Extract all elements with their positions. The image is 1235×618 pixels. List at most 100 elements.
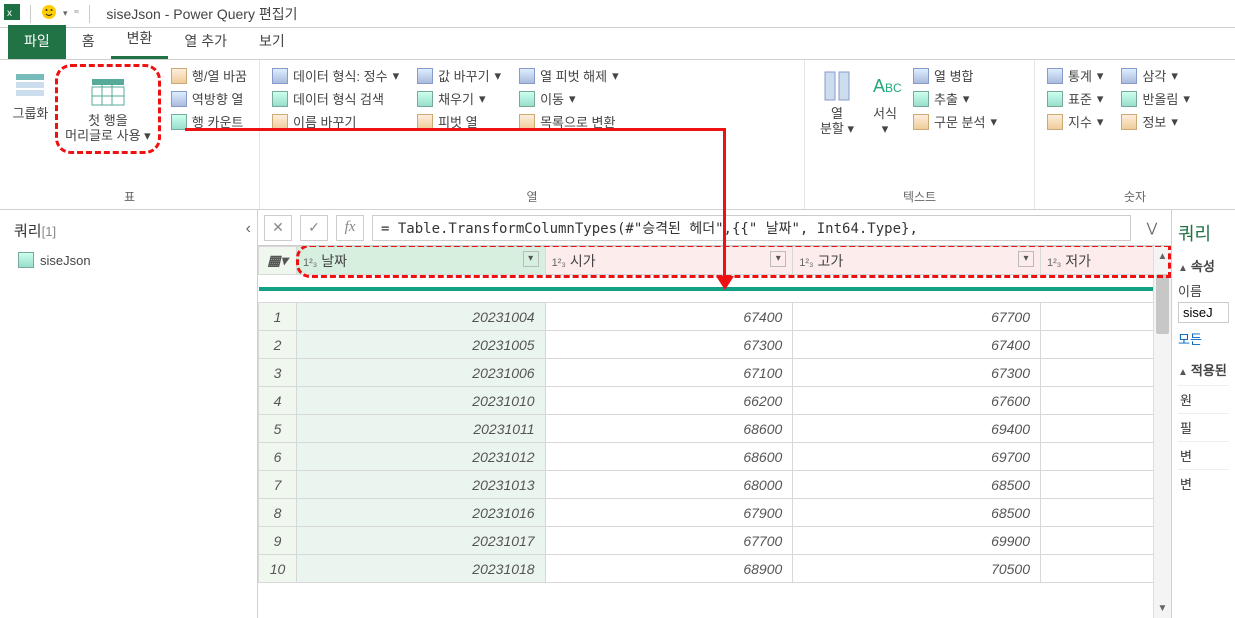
- cell-high[interactable]: 67300: [793, 359, 1041, 387]
- cell-date[interactable]: 20231016: [297, 499, 546, 527]
- column-header-low[interactable]: 1²₃저가: [1041, 247, 1171, 275]
- table-row[interactable]: 9202310176770069900: [259, 527, 1171, 555]
- row-number[interactable]: 10: [259, 555, 297, 583]
- cell-date[interactable]: 20231005: [297, 331, 546, 359]
- rounding-button[interactable]: 반올림 ▾: [1121, 89, 1189, 108]
- collapse-queries-icon[interactable]: ‹: [246, 220, 251, 238]
- cell-low[interactable]: [1041, 415, 1171, 443]
- column-filter-icon[interactable]: ▾: [770, 251, 786, 267]
- cell-open[interactable]: 68600: [545, 443, 793, 471]
- row-number[interactable]: 3: [259, 359, 297, 387]
- cell-low[interactable]: [1041, 359, 1171, 387]
- cell-high[interactable]: 68500: [793, 471, 1041, 499]
- row-number[interactable]: 2: [259, 331, 297, 359]
- column-header-open[interactable]: 1²₃시가▾: [545, 247, 793, 275]
- cancel-formula-button[interactable]: ✕: [264, 215, 292, 241]
- qat-dropdown-icon[interactable]: ▾: [63, 8, 68, 19]
- cell-date[interactable]: 20231017: [297, 527, 546, 555]
- tab-home[interactable]: 홈: [66, 25, 111, 59]
- cell-high[interactable]: 67600: [793, 387, 1041, 415]
- formula-dropdown-icon[interactable]: ⋁: [1139, 220, 1165, 236]
- statistics-button[interactable]: 통계 ▾: [1047, 66, 1103, 85]
- step-item[interactable]: 변: [1178, 441, 1229, 469]
- tab-file[interactable]: 파일: [8, 25, 66, 59]
- table-row[interactable]: 3202310066710067300: [259, 359, 1171, 387]
- exponent-button[interactable]: 지수 ▾: [1047, 112, 1103, 131]
- cell-date[interactable]: 20231006: [297, 359, 546, 387]
- cell-date[interactable]: 20231018: [297, 555, 546, 583]
- cell-low[interactable]: [1041, 387, 1171, 415]
- cell-date[interactable]: 20231011: [297, 415, 546, 443]
- move-button[interactable]: 이동 ▾: [519, 89, 619, 108]
- row-number[interactable]: 6: [259, 443, 297, 471]
- tab-addcolumn[interactable]: 열 추가: [168, 25, 243, 59]
- cell-high[interactable]: 69400: [793, 415, 1041, 443]
- cell-open[interactable]: 66200: [545, 387, 793, 415]
- scroll-down-icon[interactable]: ▼: [1154, 598, 1171, 618]
- unpivot-button[interactable]: 열 피벗 해제 ▾: [519, 66, 619, 85]
- column-filter-icon[interactable]: ▾: [523, 251, 539, 267]
- table-row[interactable]: 4202310106620067600: [259, 387, 1171, 415]
- row-number[interactable]: 1: [259, 303, 297, 331]
- cell-high[interactable]: 67700: [793, 303, 1041, 331]
- format-button[interactable]: ABC 서식 ▾: [861, 64, 909, 140]
- scroll-up-icon[interactable]: ▲: [1154, 246, 1171, 266]
- accept-formula-button[interactable]: ✓: [300, 215, 328, 241]
- standard-button[interactable]: 표준 ▾: [1047, 89, 1103, 108]
- table-row[interactable]: 1202310046740067700: [259, 303, 1171, 331]
- cell-open[interactable]: 67400: [545, 303, 793, 331]
- vertical-scrollbar[interactable]: ▲ ▼: [1153, 246, 1171, 618]
- cell-low[interactable]: [1041, 471, 1171, 499]
- row-number[interactable]: 4: [259, 387, 297, 415]
- fx-icon[interactable]: fx: [336, 215, 364, 241]
- transpose-button[interactable]: 행/열 바꿈: [171, 66, 247, 85]
- cell-high[interactable]: 70500: [793, 555, 1041, 583]
- tab-view[interactable]: 보기: [243, 25, 301, 59]
- column-header-high[interactable]: 1²₃고가▾: [793, 247, 1041, 275]
- cell-open[interactable]: 68900: [545, 555, 793, 583]
- column-filter-icon[interactable]: ▾: [1018, 251, 1034, 267]
- cell-open[interactable]: 67300: [545, 331, 793, 359]
- table-row[interactable]: 10202310186890070500: [259, 555, 1171, 583]
- reverse-rows-button[interactable]: 역방향 열: [171, 89, 247, 108]
- cell-open[interactable]: 67700: [545, 527, 793, 555]
- use-first-row-header-button[interactable]: 첫 행을 머리글로 사용 ▾: [60, 71, 156, 147]
- formula-bar-input[interactable]: [372, 215, 1131, 241]
- replace-values-button[interactable]: 값 바꾸기 ▾: [417, 66, 501, 85]
- split-column-button[interactable]: 열 분할 ▾: [813, 64, 861, 140]
- tab-transform[interactable]: 변환: [111, 22, 169, 59]
- cell-low[interactable]: [1041, 331, 1171, 359]
- merge-columns-button[interactable]: 열 병합: [913, 66, 997, 85]
- step-item[interactable]: 필: [1178, 413, 1229, 441]
- cell-low[interactable]: [1041, 499, 1171, 527]
- row-number[interactable]: 5: [259, 415, 297, 443]
- query-item-sisejson[interactable]: siseJson: [14, 249, 249, 271]
- step-item[interactable]: 원: [1178, 385, 1229, 413]
- datatype-button[interactable]: 데이터 형식: 정수 ▾: [272, 66, 399, 85]
- row-number[interactable]: 9: [259, 527, 297, 555]
- step-item[interactable]: 변: [1178, 469, 1229, 497]
- row-number[interactable]: 8: [259, 499, 297, 527]
- select-all-cell[interactable]: ▦▾: [259, 247, 297, 275]
- cell-high[interactable]: 68500: [793, 499, 1041, 527]
- extract-button[interactable]: 추출 ▾: [913, 89, 997, 108]
- cell-high[interactable]: 69900: [793, 527, 1041, 555]
- trig-button[interactable]: 삼각 ▾: [1121, 66, 1189, 85]
- cell-open[interactable]: 68000: [545, 471, 793, 499]
- cell-low[interactable]: [1041, 555, 1171, 583]
- cell-low[interactable]: [1041, 303, 1171, 331]
- cell-date[interactable]: 20231010: [297, 387, 546, 415]
- cell-open[interactable]: 68600: [545, 415, 793, 443]
- query-name-input[interactable]: [1178, 302, 1229, 323]
- all-properties-link[interactable]: 모든: [1178, 329, 1229, 348]
- table-row[interactable]: 6202310126860069700: [259, 443, 1171, 471]
- groupby-button[interactable]: 그룹화: [8, 64, 53, 125]
- table-row[interactable]: 7202310136800068500: [259, 471, 1171, 499]
- detect-type-button[interactable]: 데이터 형식 검색: [272, 89, 399, 108]
- qat-overflow-icon[interactable]: ⁼: [74, 7, 80, 20]
- table-row[interactable]: 2202310056730067400: [259, 331, 1171, 359]
- row-number[interactable]: 7: [259, 471, 297, 499]
- cell-high[interactable]: 69700: [793, 443, 1041, 471]
- scrollbar-thumb[interactable]: [1156, 274, 1169, 334]
- cell-high[interactable]: 67400: [793, 331, 1041, 359]
